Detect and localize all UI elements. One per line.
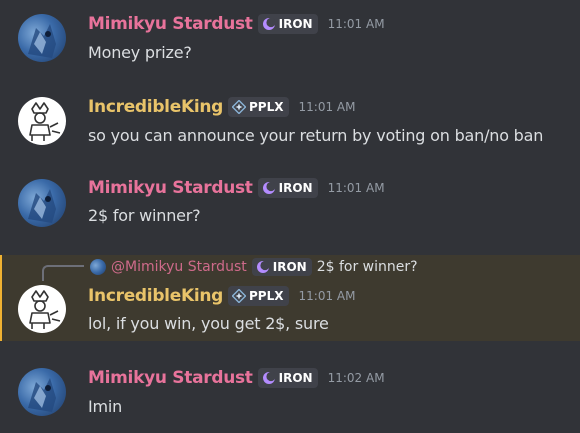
guild-tag[interactable]: IRON	[257, 14, 318, 34]
avatar-image	[29, 290, 61, 329]
username[interactable]: Mimikyu Stardust	[88, 14, 253, 34]
tag-label: IRON	[278, 181, 313, 195]
timestamp[interactable]: 11:02 AM	[328, 371, 385, 385]
message-highlighted: @Mimikyu Stardust IRON 2$ for winner? In…	[0, 255, 580, 341]
timestamp[interactable]: 11:01 AM	[328, 181, 385, 195]
avatar-image	[28, 24, 56, 58]
reply-preview[interactable]: @Mimikyu Stardust IRON 2$ for winner?	[90, 258, 418, 276]
username[interactable]: Mimikyu Stardust	[88, 178, 253, 198]
tag-label: IRON	[278, 371, 313, 385]
diamond-star-icon	[232, 289, 247, 303]
message-text: so you can announce your return by votin…	[88, 126, 544, 145]
tag-label: IRON	[278, 17, 313, 31]
guild-tag[interactable]: IRON	[257, 178, 318, 198]
timestamp[interactable]: 11:01 AM	[299, 100, 356, 114]
username[interactable]: Mimikyu Stardust	[88, 368, 253, 388]
message-header: Mimikyu Stardust IRON 11:02 AM	[88, 368, 385, 388]
message: Mimikyu Stardust IRON 11:02 AM Imin	[0, 341, 580, 433]
tag-label: PPLX	[249, 100, 284, 114]
message: Mimikyu Stardust IRON 11:01 AM 2$ for wi…	[0, 170, 580, 255]
guild-tag: IRON	[251, 258, 312, 276]
crescent-moon-icon	[256, 260, 270, 273]
avatar-image	[29, 102, 61, 141]
avatar[interactable]	[18, 368, 66, 416]
avatar[interactable]	[18, 97, 66, 145]
crescent-moon-icon	[262, 371, 276, 384]
message: IncredibleKing PPLX 11:01 AM so you can …	[0, 85, 580, 170]
reply-connector	[42, 265, 84, 281]
reply-text: 2$ for winner?	[316, 259, 418, 275]
timestamp[interactable]: 11:01 AM	[299, 289, 356, 303]
guild-tag[interactable]: PPLX	[228, 97, 289, 117]
tag-label: IRON	[272, 260, 307, 274]
reply-username[interactable]: @Mimikyu Stardust	[111, 259, 247, 275]
diamond-star-icon	[232, 100, 247, 114]
timestamp[interactable]: 11:01 AM	[328, 17, 385, 31]
crescent-moon-icon	[262, 181, 276, 194]
message-text: Imin	[88, 397, 123, 416]
avatar[interactable]	[18, 179, 66, 227]
message-header: Mimikyu Stardust IRON 11:01 AM	[88, 14, 385, 34]
message-header: IncredibleKing PPLX 11:01 AM	[88, 97, 355, 117]
avatar[interactable]	[18, 14, 66, 62]
username[interactable]: IncredibleKing	[88, 286, 223, 306]
message-text: Money prize?	[88, 43, 192, 62]
avatar-image	[28, 378, 56, 412]
reply-avatar	[90, 259, 106, 275]
avatar[interactable]	[18, 285, 66, 333]
avatar-image	[28, 189, 56, 223]
guild-tag[interactable]: PPLX	[228, 286, 289, 306]
message-header: Mimikyu Stardust IRON 11:01 AM	[88, 178, 385, 198]
message-text: 2$ for winner?	[88, 206, 201, 225]
message-header: IncredibleKing PPLX 11:01 AM	[88, 286, 355, 306]
tag-label: PPLX	[249, 289, 284, 303]
username[interactable]: IncredibleKing	[88, 97, 223, 117]
chat-log: Mimikyu Stardust IRON 11:01 AM Money pri…	[0, 0, 580, 433]
crescent-moon-icon	[262, 17, 276, 30]
guild-tag[interactable]: IRON	[257, 368, 318, 388]
message-text: lol, if you win, you get 2$, sure	[88, 314, 329, 333]
message: Mimikyu Stardust IRON 11:01 AM Money pri…	[0, 0, 580, 85]
